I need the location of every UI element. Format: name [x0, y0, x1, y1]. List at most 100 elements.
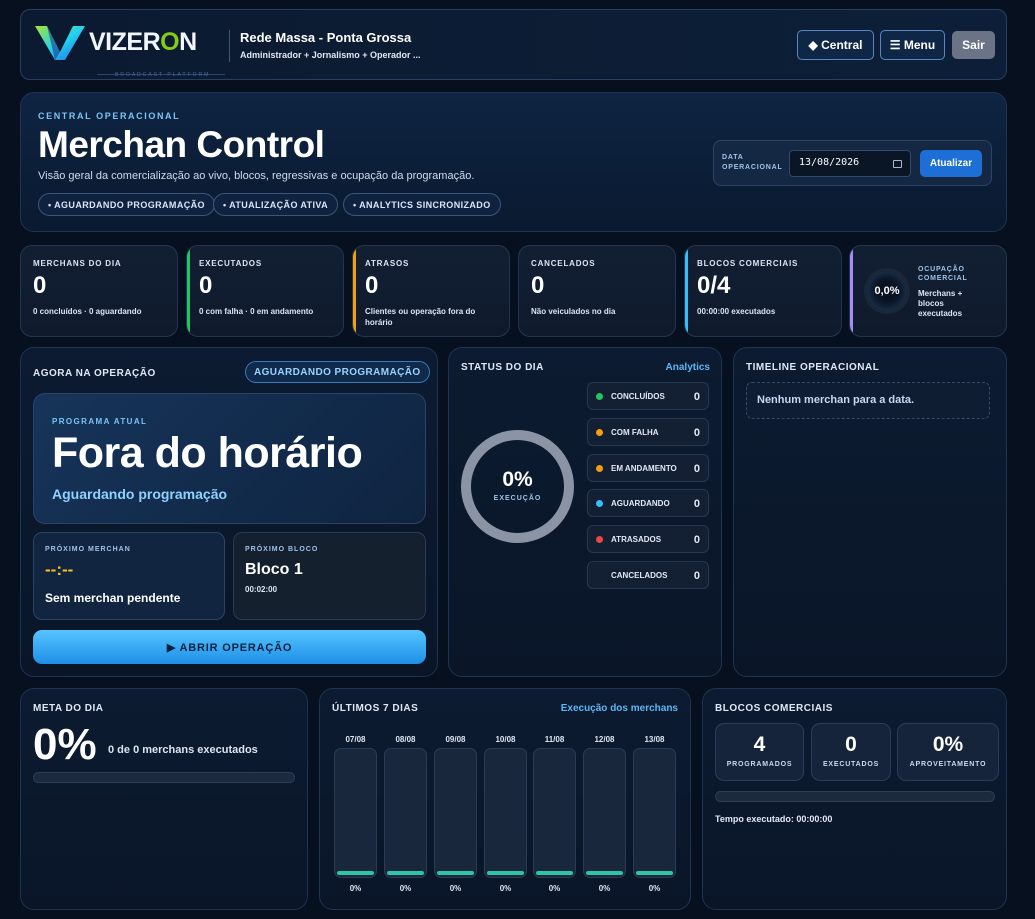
day-bar: [633, 748, 676, 878]
goal-value: 0%: [33, 720, 97, 769]
day-bar-fill: [387, 871, 424, 875]
central-button[interactable]: ◆ Central: [797, 30, 874, 60]
status-row-atrasados: ATRASADOS 0: [587, 525, 709, 553]
day-label: 11/08: [544, 735, 565, 744]
day-bar-fill: [437, 871, 474, 875]
next-block-name: Bloco 1: [245, 561, 303, 578]
goal-text: 0 de 0 merchans executados: [108, 744, 258, 756]
day-bar-fill: [636, 871, 673, 875]
occupancy-ring: 0,0%: [867, 271, 907, 311]
day-bar-fill: [487, 871, 524, 875]
program-label: PROGRAMA ATUAL: [52, 417, 148, 426]
now-title: AGORA NA OPERAÇÃO: [33, 368, 156, 379]
blocks-usage: 0% APROVEITAMENTO: [897, 723, 999, 781]
day-bar: [583, 748, 626, 878]
calendar-icon[interactable]: [893, 160, 902, 168]
day-value: 0%: [499, 884, 512, 893]
day-bar-fill: [337, 871, 374, 875]
day-label: 13/08: [644, 735, 665, 744]
status-row-concluidos: CONCLUÍDOS 0: [587, 382, 709, 410]
day-label: 09/08: [445, 735, 466, 744]
day-bar: [484, 748, 527, 878]
user-roles: Administrador + Jornalismo + Operador ..…: [240, 50, 421, 60]
day-label: 07/08: [345, 735, 366, 744]
kpi-card-executados: EXECUTADOS 0 0 com falha · 0 em andamento: [186, 245, 344, 337]
blocks-executed: 0 EXECUTADOS: [811, 723, 891, 781]
blocks-time: Tempo executado: 00:00:00: [715, 814, 833, 824]
kpi-card-ocupacao: 0,0% OCUPAÇÃO COMERCIAL Merchans + blocos…: [849, 245, 1007, 337]
day-bar: [533, 748, 576, 878]
logo-text: VIZERON: [89, 28, 197, 56]
current-program-card: PROGRAMA ATUAL Fora do horário Aguardand…: [33, 393, 426, 524]
station-name: Rede Massa - Ponta Grossa: [240, 30, 412, 45]
day-bar-fill: [536, 871, 573, 875]
pill-update: • ATUALIZAÇÃO ATIVA: [213, 193, 339, 216]
page-title: Merchan Control: [38, 124, 325, 165]
logo-v-icon: [35, 26, 85, 60]
refresh-button[interactable]: Atualizar: [920, 150, 982, 177]
next-merchan-text: Sem merchan pendente: [45, 591, 181, 605]
logo-subtitle: BROADCAST PLATFORM: [115, 72, 211, 78]
blocks-panel: BLOCOS COMERCIAIS Tempo executado: 00:00…: [702, 688, 1007, 910]
pill-analytics: • ANALYTICS SINCRONIZADO: [343, 193, 501, 216]
status-row-cancelados: CANCELADOS 0: [587, 561, 709, 589]
day-bar: [434, 748, 477, 878]
logout-button[interactable]: Sair: [952, 31, 995, 59]
kpi-card-blocos: BLOCOS COMERCIAIS 0/4 00:00:00 executados: [684, 245, 842, 337]
timeline-title: TIMELINE OPERACIONAL: [746, 362, 880, 373]
next-block-card: PRÓXIMO BLOCO Bloco 1 00:02:00: [233, 532, 426, 620]
day-value: 0%: [598, 884, 611, 893]
day-value: 0%: [399, 884, 412, 893]
goal-title: META DO DIA: [33, 703, 104, 714]
kpi-card-cancelados: CANCELADOS 0 Não veiculados no dia: [518, 245, 676, 337]
open-operation-button[interactable]: ▶ ABRIR OPERAÇÃO: [33, 630, 426, 664]
last7-title: ÚLTIMOS 7 DIAS: [332, 703, 419, 714]
menu-button[interactable]: ☰ Menu: [880, 30, 945, 60]
timeline-empty: Nenhum merchan para a data.: [746, 382, 990, 419]
analytics-link[interactable]: Analytics: [666, 362, 710, 373]
goal-progress-bar: [33, 772, 295, 783]
hero-eyebrow: CENTRAL OPERACIONAL: [38, 111, 181, 121]
next-block-time: 00:02:00: [245, 585, 278, 594]
next-merchan-card: PRÓXIMO MERCHAN --:-- Sem merchan penden…: [33, 532, 225, 620]
vizer-logo: VIZERON BROADCAST PLATFORM: [33, 22, 225, 78]
status-row-aguardando: AGUARDANDO 0: [587, 489, 709, 517]
now-status-badge: AGUARDANDO PROGRAMAÇÃO: [245, 361, 430, 383]
occupancy-title: OCUPAÇÃO COMERCIAL: [918, 266, 968, 282]
status-title: STATUS DO DIA: [461, 362, 544, 373]
date-input[interactable]: 13/08/2026: [789, 150, 911, 177]
timeline-panel: TIMELINE OPERACIONAL Nenhum merchan para…: [733, 347, 1007, 677]
day-value: 0%: [449, 884, 462, 893]
day-value: 0%: [648, 884, 661, 893]
app-header: VIZERON BROADCAST PLATFORM Rede Massa - …: [20, 9, 1007, 80]
next-merchan-time: --:--: [45, 560, 74, 579]
execution-gauge: 0% EXECUÇÃO: [461, 430, 574, 543]
kpi-card-merchans: MERCHANS DO DIA 0 0 concluídos · 0 aguarda…: [20, 245, 178, 337]
day-value: 0%: [349, 884, 362, 893]
occupancy-sub: Merchans + blocos executados: [918, 289, 963, 318]
last7-link[interactable]: Execução dos merchans: [561, 703, 678, 714]
date-label: DATA OPERACIONAL: [722, 154, 783, 171]
blocks-progress-bar: [715, 791, 995, 802]
day-label: 10/08: [495, 735, 516, 744]
now-operation-panel: AGORA NA OPERAÇÃO AGUARDANDO PROGRAMAÇÃO…: [20, 347, 438, 677]
day-bar: [384, 748, 427, 878]
gauge-value: 0%: [502, 468, 533, 491]
program-status: Aguardando programação: [52, 486, 228, 502]
day-bar: [334, 748, 377, 878]
program-name: Fora do horário: [52, 429, 363, 477]
day-label: 12/08: [594, 735, 615, 744]
hero-panel: CENTRAL OPERACIONAL Merchan Control Visã…: [20, 92, 1007, 232]
kpi-card-atrasos: ATRASOS 0 Clientes ou operação fora do hor…: [352, 245, 510, 337]
status-row-em-andamento: EM ANDAMENTO 0: [587, 454, 709, 482]
day-bar-fill: [586, 871, 623, 875]
blocks-title: BLOCOS COMERCIAIS: [715, 703, 833, 714]
day-label: 08/08: [395, 735, 416, 744]
goal-panel: META DO DIA 0% 0 de 0 merchans executado…: [20, 688, 308, 910]
status-row-com-falha: COM FALHA 0: [587, 418, 709, 446]
blocks-programmed: 4 PROGRAMADOS: [715, 723, 804, 781]
gauge-label: EXECUÇÃO: [493, 495, 542, 502]
pill-awaiting: • AGUARDANDO PROGRAMAÇÃO: [38, 193, 215, 216]
date-picker-box: DATA OPERACIONAL 13/08/2026 Atualizar: [713, 140, 992, 186]
hero-subtitle: Visão geral da comercialização ao vivo, …: [38, 170, 475, 182]
